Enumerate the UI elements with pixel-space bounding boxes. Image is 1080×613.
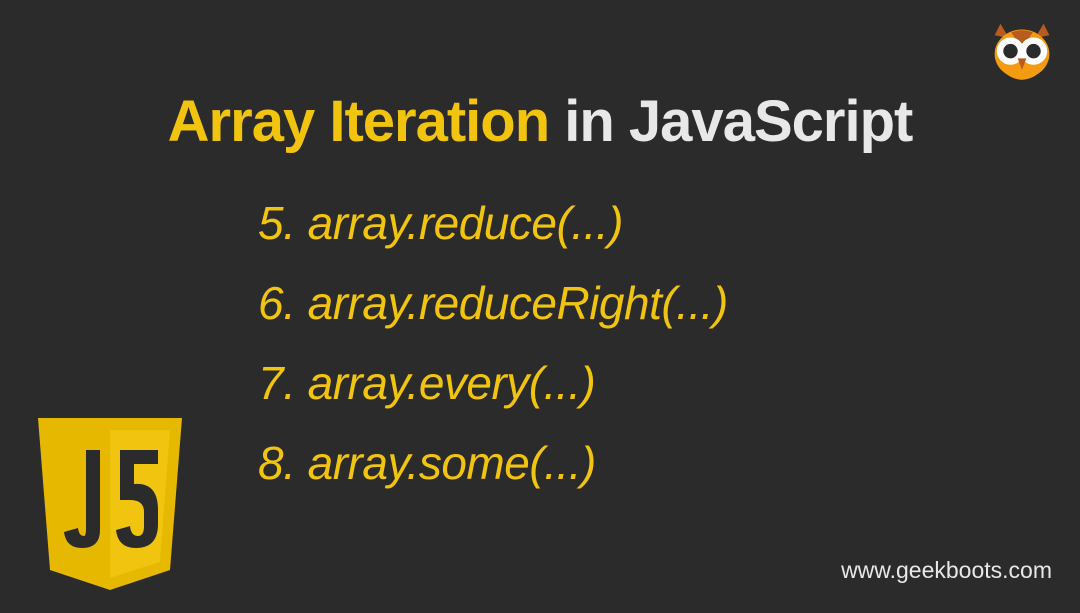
list-item: 8. array.some(...): [258, 436, 728, 490]
list-item: 5. array.reduce(...): [258, 196, 728, 250]
website-url: www.geekboots.com: [841, 557, 1052, 584]
item-text: array.reduce(...): [308, 197, 623, 249]
title-subject: JavaScript: [629, 89, 912, 154]
list-item: 6. array.reduceRight(...): [258, 276, 728, 330]
item-text: array.reduceRight(...): [308, 277, 728, 329]
title-connector: in: [549, 89, 629, 154]
item-text: array.some(...): [308, 437, 596, 489]
item-number: 5.: [258, 197, 295, 249]
item-number: 7.: [258, 357, 295, 409]
item-text: array.every(...): [308, 357, 596, 409]
method-list: 5. array.reduce(...) 6. array.reduceRigh…: [258, 196, 728, 490]
page-title: Array Iteration in JavaScript: [0, 88, 1080, 155]
item-number: 8.: [258, 437, 295, 489]
list-item: 7. array.every(...): [258, 356, 728, 410]
javascript-shield-icon: [30, 418, 190, 608]
owl-logo-icon: [986, 18, 1058, 90]
title-highlight: Array Iteration: [168, 89, 549, 154]
item-number: 6.: [258, 277, 295, 329]
